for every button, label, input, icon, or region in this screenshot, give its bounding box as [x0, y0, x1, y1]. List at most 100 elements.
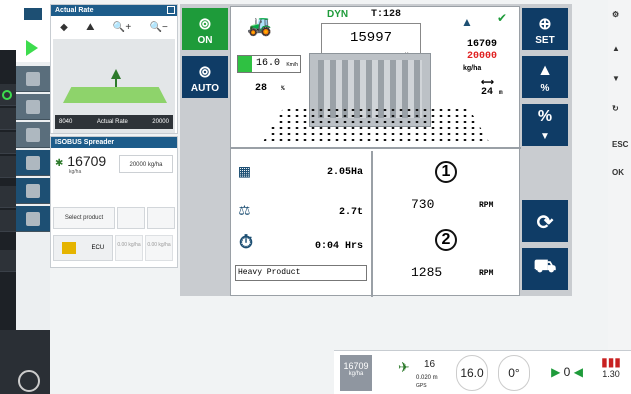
actual-rate-panel: Actual Rate ◆ ⛰ 🔍+ 🔍− 8040 Actual Rate 2… — [50, 4, 178, 134]
disc2-icon: 2 — [435, 229, 457, 251]
status-section[interactable]: ▮▮▮ 1.30 — [594, 355, 628, 391]
percent-label-top: % — [537, 108, 553, 125]
sidebar-item-4[interactable] — [0, 156, 16, 178]
tab-settings[interactable] — [16, 206, 50, 232]
on-label: ON — [197, 35, 213, 46]
sidebar-item-1[interactable] — [0, 84, 16, 106]
section-rate-2: 0.00 kg/ha — [145, 235, 173, 261]
rate-up-button[interactable] — [147, 207, 175, 229]
set-softkey[interactable]: ⊕ SET — [522, 8, 568, 50]
tab-tools[interactable] — [16, 178, 50, 204]
esc-button[interactable]: ESC — [612, 140, 628, 149]
percent-down-softkey[interactable]: % ▼ — [522, 104, 568, 146]
expand-icon[interactable] — [167, 6, 175, 14]
heap-icon: ▲ — [461, 15, 473, 29]
tab-app-3[interactable] — [16, 122, 50, 148]
down-arrow-icon[interactable]: ▼ — [612, 74, 620, 83]
spreader-header[interactable]: ISOBUS Spreader — [51, 137, 177, 148]
gps-status[interactable]: ✈ 16 0.020 m GPS — [398, 355, 454, 391]
area-icon: ▦ — [239, 163, 250, 183]
tractor-transfer-softkey[interactable]: ⛟ — [522, 248, 568, 290]
weight-icon: ⚖ — [239, 201, 250, 221]
disc1-unit: RPM — [479, 201, 494, 210]
zoom-out-icon[interactable]: 🔍− — [150, 22, 168, 33]
select-product-button[interactable]: Select product — [53, 207, 115, 229]
speed-fill — [238, 56, 252, 72]
legend-max: 20000 — [152, 119, 169, 125]
status-offset-value: 0 — [563, 365, 571, 379]
speed-value: 16.0 — [256, 58, 281, 69]
tractor-icon: 🚜 — [247, 15, 272, 37]
belt-icon: ⊚ — [198, 16, 212, 33]
time-value: 0:04 Hrs — [314, 241, 363, 252]
coverage-field — [63, 87, 167, 103]
spreader-rate-value: 16709 — [67, 153, 107, 169]
tools-icon[interactable]: ⚙ — [612, 10, 619, 19]
isobus-spreader-panel: ISOBUS Spreader ✱ 16709 kg/ha 20000 kg/h… — [50, 136, 178, 268]
sidebar-item-5[interactable] — [0, 186, 16, 208]
offset-left-icon: ▶ — [551, 365, 561, 379]
percent-up-softkey[interactable]: ▲ % — [522, 56, 568, 98]
hopper-weight-value: 15997 — [349, 30, 392, 46]
tab-app-2[interactable] — [16, 94, 50, 120]
wrench-icon — [26, 184, 40, 198]
spreader-mask: 🚜 DYN T:128 15997 Kg 16.0 Km/h 28 % ▲ ✔ … — [230, 6, 521, 297]
mode-indicator: DYN — [327, 9, 349, 20]
sidebar-item-7[interactable] — [0, 250, 16, 272]
crosshair-icon: ⊕ — [538, 16, 552, 33]
logo-area — [16, 0, 50, 62]
sidebar-item-2[interactable] — [0, 108, 16, 130]
disc2-rpm: 1285 — [411, 265, 443, 280]
trophy-icon — [26, 156, 40, 170]
right-shortcut-column: ⚙ ▲ ▼ ↻ ESC OK — [608, 0, 631, 394]
brand-logo — [0, 0, 16, 50]
ecu-label: ECU — [91, 245, 105, 251]
t-value: T:128 — [371, 9, 402, 20]
ok-button[interactable]: OK — [612, 168, 624, 177]
home-icon[interactable] — [18, 370, 40, 392]
tractor-arrow-icon: ⛟ — [533, 256, 557, 276]
status-offset[interactable]: ▶ 0 ◀ — [544, 355, 590, 391]
up-arrow-icon[interactable]: ▲ — [612, 44, 620, 53]
panel-title: Actual Rate — [55, 7, 94, 14]
speed-unit: Km/h — [286, 62, 298, 68]
mask-top: 🚜 DYN T:128 15997 Kg 16.0 Km/h 28 % ▲ ✔ … — [231, 7, 521, 149]
auto-softkey[interactable]: ⊚ AUTO — [182, 56, 228, 98]
tab-app-4[interactable] — [16, 150, 50, 176]
status-rate[interactable]: 16709 kg/ha — [340, 355, 372, 391]
sidebar-item-6[interactable] — [0, 210, 16, 232]
section-rate-1: 0.00 kg/ha — [115, 235, 143, 261]
refresh-icon: ⟳ — [536, 212, 554, 234]
satellite-icon: ✈ — [398, 359, 410, 375]
vehicle-arrow-icon — [111, 69, 121, 79]
layers-icon[interactable]: ◆ — [60, 22, 68, 33]
arrow-up-icon: ▲ — [537, 62, 553, 79]
refresh-small-icon[interactable]: ↻ — [612, 104, 619, 113]
ecu-icon — [61, 242, 76, 254]
spread-pattern — [261, 107, 491, 145]
ecu-button[interactable]: ECU — [53, 235, 113, 261]
status-bar: 16709 kg/ha ✈ 16 0.020 m GPS 16.0 0° ▶ 0… — [334, 350, 631, 394]
rate-down-button[interactable] — [117, 207, 145, 229]
zoom-in-icon[interactable]: 🔍+ — [113, 22, 131, 33]
auto-label: AUTO — [190, 83, 220, 94]
app-root: Actual Rate ◆ ⛰ 🔍+ 🔍− 8040 Actual Rate 2… — [0, 0, 631, 394]
width-unit: m — [499, 89, 503, 96]
play-icon[interactable] — [26, 40, 38, 56]
status-heading[interactable]: 0° — [498, 355, 530, 391]
on-softkey[interactable]: ⊚ ON — [182, 8, 228, 50]
target-rate-field[interactable]: 20000 kg/ha — [119, 155, 173, 173]
actual-rate-header[interactable]: Actual Rate — [51, 5, 177, 16]
rate-display: ▲ ✔ 16709 20000 kg/ha — [447, 11, 517, 77]
sidebar-item-3[interactable] — [0, 132, 16, 154]
speed-indicator: 16.0 Km/h — [237, 55, 301, 73]
refresh-softkey[interactable]: ⟳ — [522, 200, 568, 242]
spreader-rate: ✱ 16709 kg/ha — [55, 153, 106, 175]
gps-label: GPS — [416, 383, 427, 389]
product-name[interactable]: Heavy Product — [235, 265, 367, 281]
set-label: SET — [535, 35, 555, 46]
status-speed[interactable]: 16.0 — [456, 355, 488, 391]
applied-value: 2.7t — [338, 207, 363, 218]
tab-app-1[interactable] — [16, 66, 50, 92]
terrain-icon[interactable]: ⛰ — [86, 22, 94, 33]
